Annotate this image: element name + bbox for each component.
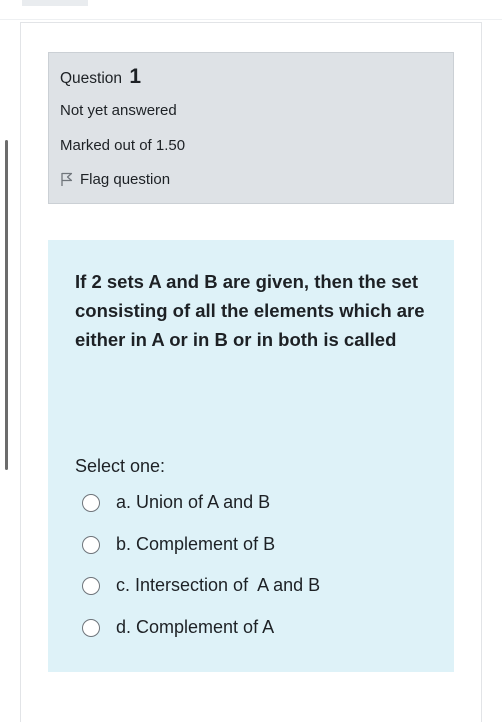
flag-question-label: Flag question <box>80 171 171 188</box>
question-text: If 2 sets A and B are given, then the se… <box>75 271 425 350</box>
radio-button[interactable] <box>82 535 100 554</box>
top-divider <box>0 6 502 20</box>
answer-label: a. Union of A and B <box>116 492 271 512</box>
question-number: Question 1 <box>60 65 141 89</box>
answer-label: d. Complement of A <box>116 617 275 637</box>
question-content: If 2 sets A and B are given, then the se… <box>48 240 454 672</box>
question-info-panel: Question 1 Not yet answered Marked out o… <box>48 52 454 204</box>
answer-option-c[interactable]: c. Intersection of A and B <box>82 575 320 596</box>
answer-option-b[interactable]: b. Complement of B <box>82 534 275 555</box>
select-prompt: Select one: <box>75 456 166 476</box>
scrollbar[interactable] <box>5 140 8 470</box>
flag-question-button[interactable]: Flag question <box>60 171 170 188</box>
question-label: Question <box>60 70 123 87</box>
radio-button[interactable] <box>82 618 100 637</box>
question-number-value: 1 <box>129 65 142 88</box>
radio-button[interactable] <box>82 576 100 595</box>
answer-option-a[interactable]: a. Union of A and B <box>82 492 270 513</box>
question-state: Not yet answered <box>60 102 177 119</box>
question-grade: Marked out of 1.50 <box>60 137 186 154</box>
flag-icon <box>61 172 73 186</box>
answer-label: c. Intersection of A and B <box>116 575 321 595</box>
radio-button[interactable] <box>82 493 100 512</box>
answer-label: b. Complement of B <box>116 534 276 554</box>
answer-option-d[interactable]: d. Complement of A <box>82 617 274 638</box>
